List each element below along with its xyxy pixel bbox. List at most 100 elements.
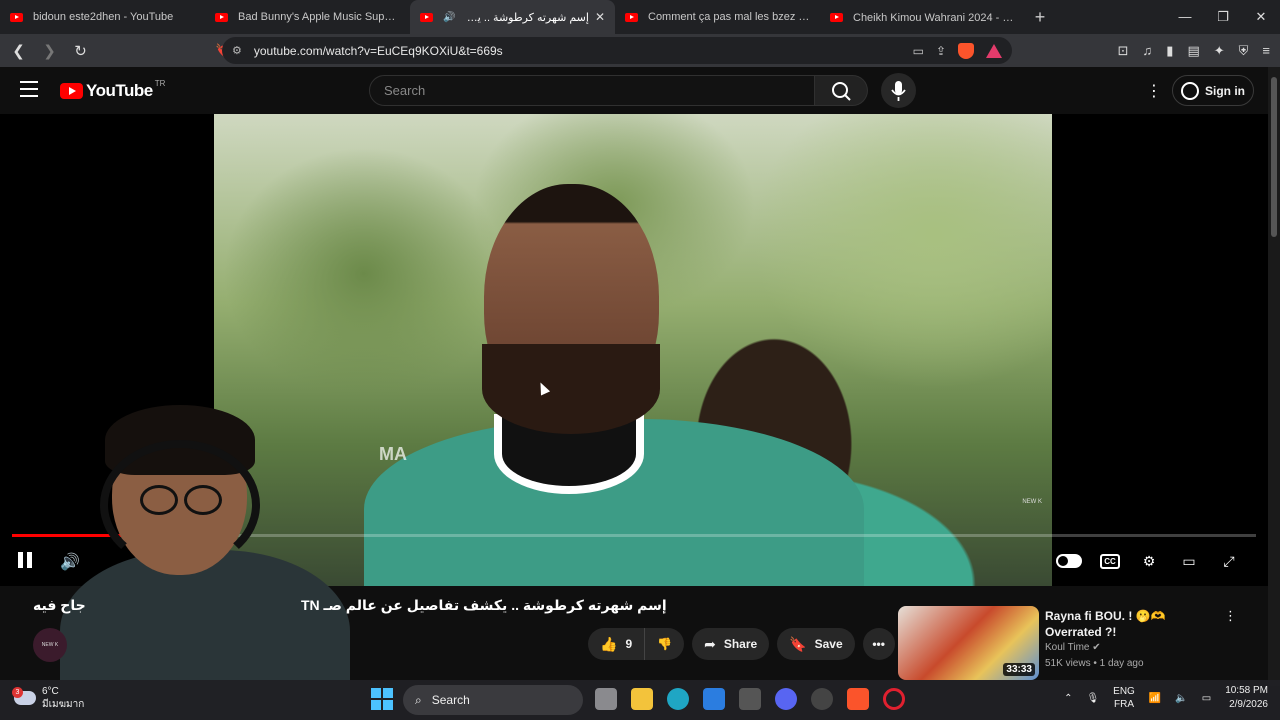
scrollbar-thumb[interactable] [1271,77,1277,237]
channel-name: Koul Time [1045,642,1090,653]
youtube-play-icon [60,83,83,99]
lang-secondary: FRA [1113,699,1134,710]
search-icon: ⌕ [415,692,422,707]
brave-rewards-icon[interactable] [986,43,1002,58]
search-button[interactable] [815,75,868,106]
cast-icon[interactable]: ▭ [913,44,924,58]
sidebar-icon[interactable]: ▮ [1166,43,1173,59]
recommended-more-icon[interactable]: ⋮ [1224,608,1237,624]
discord-icon[interactable] [775,688,797,710]
music-icon[interactable]: ♫ [1143,43,1153,58]
browser-tab-active[interactable]: 🔊 إسم شهرته كرطوشة .. يكشف تفا ✕ [410,0,615,34]
app-icon[interactable] [739,688,761,710]
theater-mode-icon[interactable]: ▭ [1178,550,1200,572]
extension-icons: ⊡ ♫ ▮ ▤ ✦ ⛨ ≡ [1118,34,1270,67]
fullscreen-icon[interactable]: ⤢ [1218,550,1240,572]
back-arrow-icon[interactable]: ❮ [6,42,31,60]
brave-shields-icon[interactable] [958,42,974,59]
edge-icon[interactable] [667,688,689,710]
hamburger-menu-icon[interactable] [20,81,38,97]
close-window-icon[interactable]: ✕ [1242,0,1280,34]
url-text[interactable]: youtube.com/watch?v=EuCEq9KOXiU&t=669s [254,44,503,58]
browser-toolbar: ❮ ❯ ↻ 🔖 ⚙ youtube.com/watch?v=EuCEq9KOXi… [0,34,1280,67]
weather-text: มีเมฆมาก [42,699,85,710]
settings-gear-icon[interactable]: ⚙ [1138,550,1160,572]
menu-icon[interactable]: ≡ [1262,43,1270,58]
page-scrollbar[interactable] [1268,67,1280,686]
video-duration: 33:33 [1003,663,1035,676]
recommended-video[interactable]: 33:33 Rayna fi BOU. ! 🫢🫶 Overrated ?! Ko… [898,606,1243,686]
minimize-icon[interactable]: — [1166,0,1204,34]
browser-tab[interactable]: Comment ça pas mal les bzez apex ? [615,0,820,34]
player-right-controls: CC ⚙ ▭ ⤢ [1056,550,1240,572]
address-bar[interactable]: ⚙ youtube.com/watch?v=EuCEq9KOXiU&t=669s… [222,37,1012,64]
youtube-logo[interactable]: YouTube TR [60,79,165,101]
forward-arrow-icon[interactable]: ❯ [37,42,62,60]
tab-title: bidoun este2dhen - YouTube [33,11,174,23]
restore-icon[interactable]: ❐ [1204,0,1242,34]
file-explorer-icon[interactable] [631,688,653,710]
more-actions-button[interactable]: ••• [862,628,895,660]
share-button[interactable]: ➦ Share [692,628,770,660]
captions-icon[interactable]: CC [1100,553,1120,569]
task-view-icon[interactable] [595,688,617,710]
video-thumbnail[interactable]: 33:33 [898,606,1039,680]
clock[interactable]: 10:58 PM 2/9/2026 [1225,684,1268,712]
account-icon [1181,81,1199,100]
chatgpt-icon[interactable] [811,688,833,710]
brave-browser-icon[interactable] [847,688,869,710]
taskbar-search[interactable]: ⌕ Search [403,685,583,715]
sign-in-button[interactable]: Sign in [1172,75,1254,106]
weather-widget[interactable]: 3 6°C มีเมฆมาก [12,685,85,711]
browser-tab[interactable]: Cheikh Kimou Wahrani 2024 - صغير [820,0,1025,34]
wifi-icon[interactable]: 📶 [1149,693,1161,704]
opera-icon[interactable] [883,688,905,710]
voice-search-button[interactable] [881,73,916,108]
share-icon: ➦ [704,635,716,652]
microphone-tray-icon[interactable]: 🎙 [1086,693,1099,704]
search-icon [832,82,851,101]
new-tab-button[interactable]: + [1025,7,1055,28]
weather-badge: 3 [12,687,23,698]
video-title-fragment: جاح فيه [33,597,86,613]
leo-ai-icon[interactable]: ✦ [1214,43,1225,59]
share-page-icon[interactable]: ⇪ [936,44,946,58]
battery-icon[interactable]: ▭ [1202,693,1211,704]
browser-tab[interactable]: Bad Bunny's Apple Music Super Bowl [205,0,410,34]
input-language[interactable]: ENG FRA [1113,685,1135,711]
settings-kebab-icon[interactable]: ⋮ [1146,81,1162,101]
search-input[interactable]: Search [369,75,815,106]
windows-start-icon[interactable] [371,688,393,710]
video-title-row: جاح فيه إسم شهرته كرطوشة .. يكشف تفاصيل … [33,597,883,619]
tab-title: إسم شهرته كرطوشة .. يكشف تفا [461,11,589,24]
taskbar-search-label: Search [431,693,470,707]
webcam-overlay [60,400,360,720]
vpn-icon[interactable]: ⛨ [1239,43,1249,59]
wallet-icon[interactable]: ▤ [1187,43,1199,59]
youtube-favicon-icon [420,12,433,22]
tray-chevron-icon[interactable]: ⌃ [1064,693,1072,704]
video-subject-beard [482,344,660,434]
close-tab-icon[interactable]: ✕ [595,10,605,24]
recommended-title[interactable]: Rayna fi BOU. ! 🫢🫶 Overrated ?! [1045,608,1225,640]
screenshot-icon[interactable]: ⊡ [1118,43,1129,59]
reload-icon[interactable]: ↻ [68,42,93,60]
save-button[interactable]: 🔖 Save [777,628,855,660]
like-button[interactable]: 👍 9 [588,628,645,660]
channel-avatar[interactable]: NEW K [33,628,67,662]
autoplay-toggle[interactable] [1056,554,1082,568]
glasses-icon [140,485,230,515]
browser-tab[interactable]: bidoun este2dhen - YouTube [0,0,205,34]
site-settings-icon[interactable]: ⚙ [232,44,242,57]
pause-button[interactable] [18,552,36,572]
thumbs-up-icon: 👍 [600,635,618,652]
store-icon[interactable] [703,688,725,710]
sign-in-label: Sign in [1205,83,1245,98]
youtube-favicon-icon [625,12,638,22]
recommended-channel[interactable]: Koul Time ✔ [1045,642,1101,653]
volume-tray-icon[interactable]: 🔈 [1175,693,1187,704]
speaker-icon[interactable]: 🔊 [443,12,455,23]
youtube-favicon-icon [215,12,228,22]
temperature: 6°C [42,686,59,697]
dislike-button[interactable]: 👎 [644,628,685,660]
